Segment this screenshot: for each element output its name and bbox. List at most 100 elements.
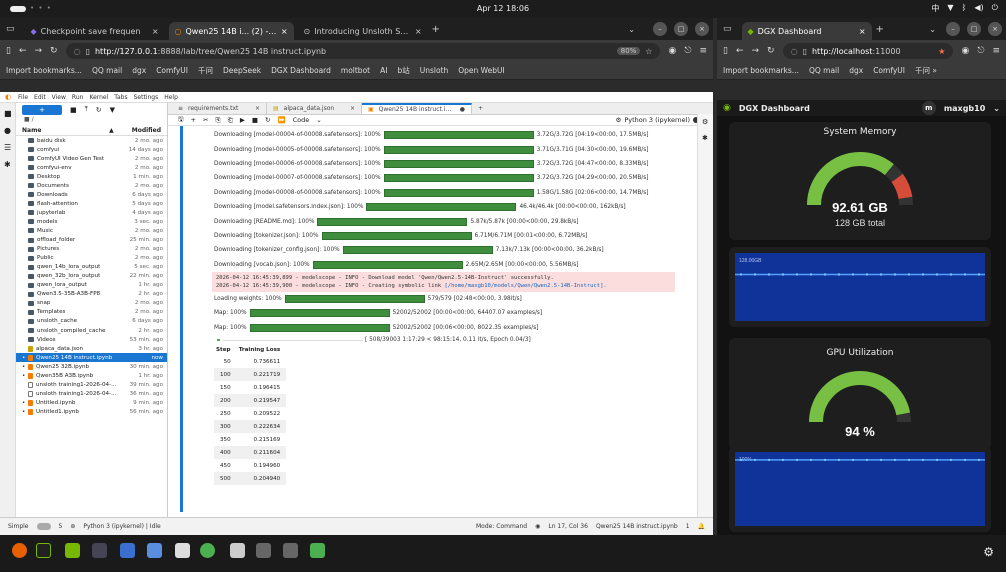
minimize-button[interactable]: –	[946, 22, 960, 36]
file-row[interactable]: baidu disk 2 mo. ago	[16, 136, 167, 145]
menu-file[interactable]: File	[18, 94, 28, 101]
tab-unsloth[interactable]: ⊙ Introducing Unsloth Stud ×	[298, 22, 428, 40]
file-row[interactable]: unsloth_cache 6 days ago	[16, 317, 167, 326]
file-row[interactable]: ComfyUI Video Gen Test 2 mo. ago	[16, 154, 167, 163]
simple-mode-toggle[interactable]	[36, 523, 51, 530]
url-bar[interactable]: ◌ ▯ http://localhost:11000 ★	[782, 43, 954, 59]
bookmark-openwebui[interactable]: Open WebUI	[458, 66, 504, 75]
kernel-indicator[interactable]: ⚙ Python 3 (ipykernel)	[616, 116, 699, 124]
file-row[interactable]: Templates 2 mo. ago	[16, 308, 167, 317]
file-row[interactable]: Desktop 1 min. ago	[16, 172, 167, 181]
menu-icon[interactable]: ≡	[699, 46, 707, 56]
input-method-icon[interactable]: 中	[931, 3, 939, 14]
file-row[interactable]: Pictures 2 mo. ago	[16, 245, 167, 254]
name-column-header[interactable]: Name	[22, 127, 109, 134]
new-launcher-button[interactable]: +	[22, 104, 62, 115]
bookmark-comfyui[interactable]: ComfyUI	[156, 66, 188, 75]
bookmark-moltbot[interactable]: moltbot	[341, 66, 370, 75]
search-icon[interactable]	[230, 543, 245, 558]
extensions-icon[interactable]: ⎋	[977, 46, 984, 56]
system-clock[interactable]: Apr 12 18:06	[0, 4, 1006, 13]
forward-icon[interactable]: →	[752, 46, 760, 56]
restart-icon[interactable]: ↻	[265, 116, 270, 124]
close-icon[interactable]: ×	[255, 105, 260, 112]
trash-icon[interactable]	[310, 543, 325, 558]
menu-kernel[interactable]: Kernel	[89, 94, 108, 101]
notification-bell-icon[interactable]: ◉	[535, 523, 540, 530]
file-row[interactable]: • Untitled.ipynb 9 min. ago	[16, 398, 167, 407]
file-row[interactable]: comfyui 14 days ago	[16, 145, 167, 154]
doctab-requirements[interactable]: ≡ requirements.txt ×	[172, 103, 267, 114]
close-tab-icon[interactable]: ×	[152, 27, 159, 36]
bookmark-ai[interactable]: AI	[380, 66, 387, 75]
file-row[interactable]: Downloads 6 days ago	[16, 190, 167, 199]
close-icon[interactable]: ●	[460, 106, 465, 113]
file-row[interactable]: unsloth_compiled_cache 2 hr. ago	[16, 326, 167, 335]
terminal-icon[interactable]	[36, 543, 51, 558]
bookmark-dgx[interactable]: dgx	[132, 66, 146, 75]
bookmark-qqmail[interactable]: QQ mail	[809, 66, 839, 75]
maximize-button[interactable]: □	[674, 22, 688, 36]
file-row[interactable]: models 3 sec. ago	[16, 217, 167, 226]
text-editor-icon[interactable]	[175, 543, 190, 558]
file-row[interactable]: qwen_32b_lora_output 22 min. ago	[16, 272, 167, 281]
running-icon[interactable]: ●	[4, 126, 11, 135]
tab-overview-icon[interactable]: ▭	[723, 24, 732, 34]
bookmark-unsloth[interactable]: Unsloth	[420, 66, 449, 75]
file-row[interactable]: flash-attention 5 days ago	[16, 199, 167, 208]
extension-icon[interactable]: ✱	[4, 160, 11, 169]
new-tab-button[interactable]: +	[432, 24, 440, 35]
bookmark-star-icon[interactable]: ★	[938, 47, 945, 56]
bookmark-comfyui[interactable]: ComfyUI	[873, 66, 905, 75]
sidebar-toggle-icon[interactable]: ▯	[6, 46, 11, 56]
kernel-status[interactable]: Python 3 (ipykernel) | Idle	[83, 523, 160, 530]
file-row[interactable]: Documents 2 mo. ago	[16, 181, 167, 190]
file-row[interactable]: offload_folder 25 min. ago	[16, 236, 167, 245]
file-row[interactable]: unsloth training1-2026-04-... 39 min. ago	[16, 380, 167, 389]
notifications-icon[interactable]: 🔔	[698, 523, 705, 530]
user-menu[interactable]: maxgb10	[944, 104, 985, 113]
file-row[interactable]: Videos 53 min. ago	[16, 335, 167, 344]
copy-icon[interactable]: ⎘	[215, 116, 220, 125]
tab-checkpoint[interactable]: ◆ Checkpoint save frequen ×	[25, 22, 165, 40]
bookmark-dgx-dashboard[interactable]: DGX Dashboard	[271, 66, 331, 75]
debugger-icon[interactable]: ✱	[702, 134, 709, 142]
refresh-icon[interactable]: ↻	[96, 106, 102, 114]
bookmark-bilibili[interactable]: b站	[397, 65, 409, 76]
wifi-icon[interactable]: ▼	[947, 3, 953, 14]
bookmark-star-icon[interactable]: ☆	[645, 47, 652, 56]
tab-overview-icon[interactable]: ▭	[6, 24, 15, 34]
bookmark-qianwen[interactable]: 千问 »	[915, 65, 937, 76]
close-tab-icon[interactable]: ×	[859, 27, 866, 36]
add-cell-icon[interactable]: +	[191, 116, 196, 124]
file-row[interactable]: • Qwen25 14B instruct.ipynb now	[16, 353, 167, 363]
file-row[interactable]: Music 2 mo. ago	[16, 226, 167, 235]
bookmark-qqmail[interactable]: QQ mail	[92, 66, 122, 75]
file-row[interactable]: • Qwen35B A3B.ipynb 1 hr. ago	[16, 371, 167, 380]
toc-icon[interactable]: ☰	[4, 143, 11, 152]
app-icon[interactable]	[256, 543, 271, 558]
reload-icon[interactable]: ↻	[767, 46, 775, 56]
file-row[interactable]: qwen_lora_output 1 hr. ago	[16, 281, 167, 290]
folder-icon[interactable]: ■	[4, 109, 12, 118]
breadcrumb[interactable]: ■ /	[16, 116, 167, 126]
pocket-icon[interactable]: ◉	[668, 46, 676, 56]
fast-forward-icon[interactable]: ⏩	[277, 116, 285, 124]
menu-run[interactable]: Run	[72, 94, 84, 101]
file-row[interactable]: Public 2 mo. ago	[16, 254, 167, 263]
bookmark-deepseek[interactable]: DeepSeek	[223, 66, 261, 75]
menu-help[interactable]: Help	[164, 94, 178, 101]
new-tab-button[interactable]: +	[472, 103, 486, 114]
back-icon[interactable]: ←	[736, 46, 744, 56]
bug-icon[interactable]: ⚙	[616, 116, 622, 124]
chrome-icon[interactable]	[200, 543, 215, 558]
file-row[interactable]: jupyterlab 4 days ago	[16, 208, 167, 217]
avatar[interactable]: m	[921, 101, 936, 115]
file-row[interactable]: snap 2 mo. ago	[16, 299, 167, 308]
tab-dgx-dashboard[interactable]: ◆ DGX Dashboard ×	[741, 22, 872, 40]
menu-settings[interactable]: Settings	[134, 94, 159, 101]
doctab-alpaca[interactable]: ▤ alpaca_data.json ×	[267, 103, 362, 114]
bookmark-import[interactable]: Import bookmarks...	[723, 66, 799, 75]
filter-icon[interactable]: ▼	[110, 106, 115, 114]
bookmark-qianwen[interactable]: 千问	[198, 65, 213, 76]
